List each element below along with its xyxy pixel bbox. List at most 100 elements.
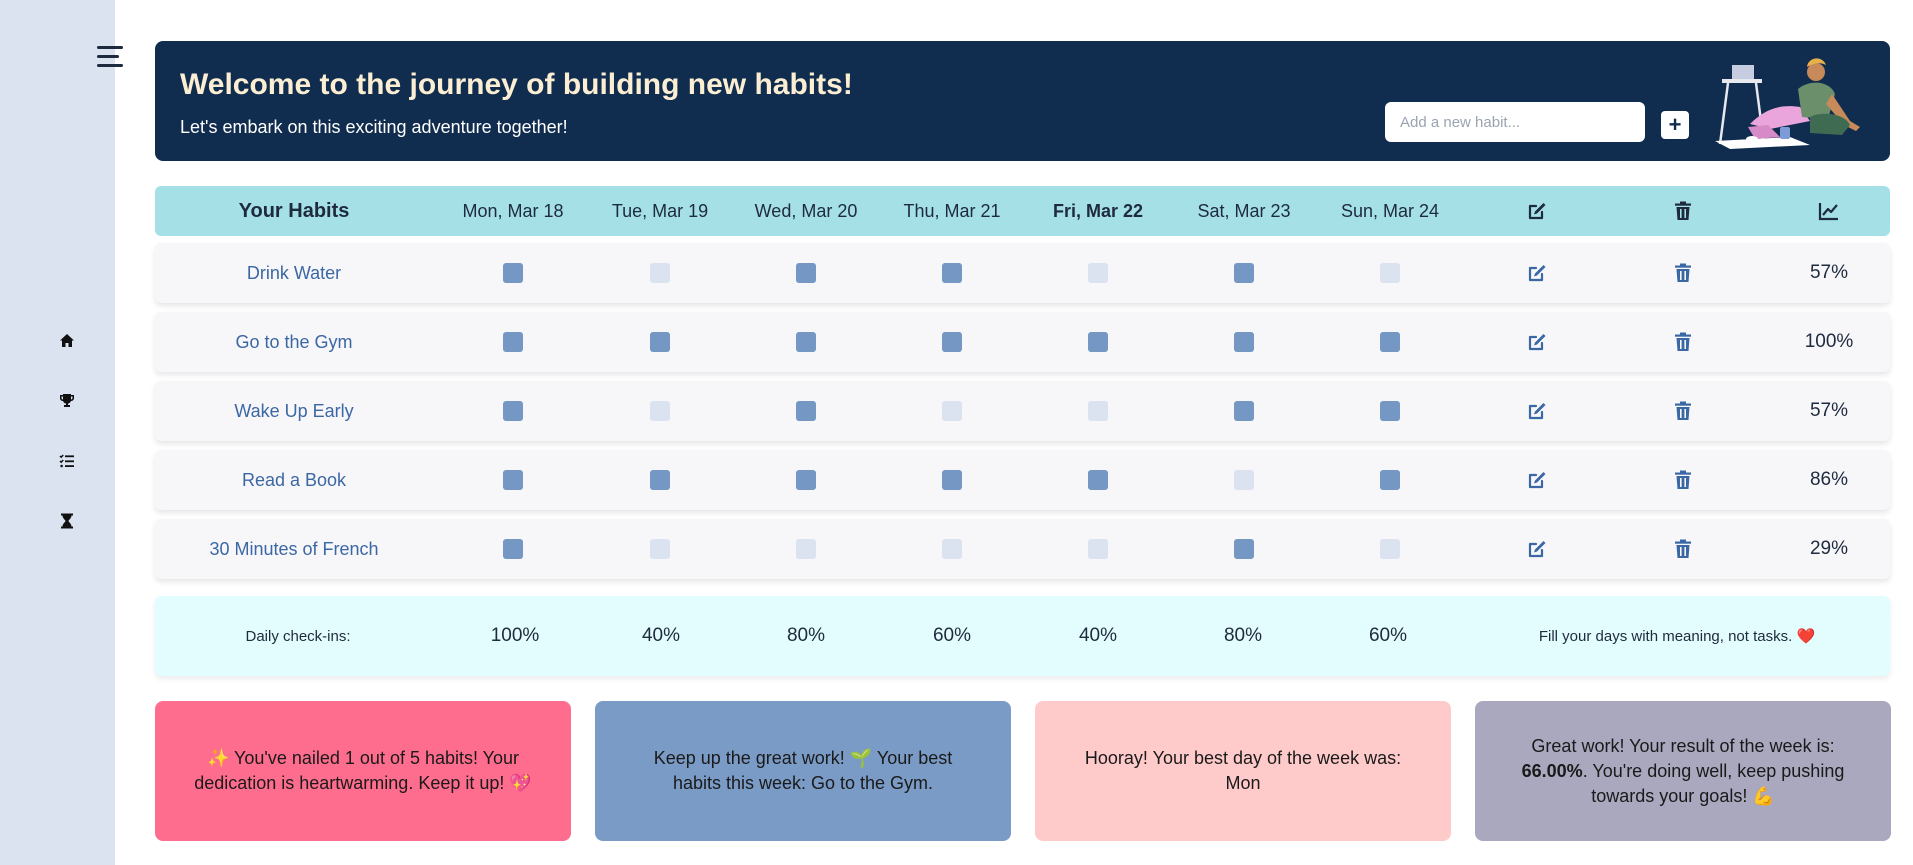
day-checkbox-unchecked[interactable] [942,539,962,559]
habit-name[interactable]: Read a Book [242,450,346,510]
day-checkbox-cell [942,243,962,303]
day-header: Wed, Mar 20 [754,200,858,221]
hourglass-icon[interactable] [56,510,78,532]
edit-icon[interactable] [1527,243,1547,303]
day-checkbox-checked[interactable] [1234,332,1254,352]
day-checkbox-unchecked[interactable] [650,539,670,559]
trash-icon[interactable] [1674,519,1692,579]
day-checkbox-cell [650,450,670,510]
habits-column-header: Your Habits [238,199,350,222]
add-habit-button[interactable]: + [1661,111,1689,139]
day-checkbox-checked[interactable] [503,539,523,559]
habit-percentage: 86% [1809,469,1849,490]
day-checkbox-checked[interactable] [796,263,816,283]
trash-icon [1674,186,1692,236]
edit-icon[interactable] [1527,312,1547,372]
weekly-result-text: Great work! Your result of the week is: … [1510,734,1856,809]
day-checkbox-unchecked[interactable] [942,401,962,421]
day-checkbox-checked[interactable] [1088,470,1108,490]
habit-percentage: 57% [1809,262,1849,283]
day-checkbox-checked[interactable] [503,332,523,352]
day-checkbox-cell [650,312,670,372]
day-checkbox-unchecked[interactable] [1088,539,1108,559]
day-checkbox-unchecked[interactable] [1088,263,1108,283]
day-checkbox-cell [1088,312,1108,372]
day-checkbox-cell [796,381,816,441]
day-checkbox-unchecked[interactable] [1380,263,1400,283]
day-header-today: Fri, Mar 22 [1052,200,1144,221]
weekly-result-post: . You're doing well, keep pushing toward… [1582,760,1845,806]
day-checkbox-cell [503,381,523,441]
habit-name[interactable]: 30 Minutes of French [209,519,378,579]
day-checkbox-cell [796,312,816,372]
day-checkbox-unchecked[interactable] [1088,401,1108,421]
day-checkbox-checked[interactable] [650,470,670,490]
daily-checkins-row: Daily check-ins: 100% 40% 80% 60% 40% 80… [155,596,1890,676]
day-checkbox-unchecked[interactable] [1380,539,1400,559]
day-checkbox-cell [650,381,670,441]
day-checkbox-checked[interactable] [942,263,962,283]
sidebar [0,0,115,865]
new-habit-input[interactable] [1385,102,1645,142]
day-checkbox-checked[interactable] [503,401,523,421]
day-checkbox-checked[interactable] [503,470,523,490]
habit-name[interactable]: Go to the Gym [235,312,352,372]
day-checkbox-cell [1088,450,1108,510]
day-checkbox-unchecked[interactable] [650,263,670,283]
trash-icon[interactable] [1674,381,1692,441]
trash-icon[interactable] [1674,243,1692,303]
day-checkbox-checked[interactable] [1380,332,1400,352]
day-checkbox-cell [796,243,816,303]
checklist-icon[interactable] [56,450,78,472]
day-checkbox-checked[interactable] [1234,539,1254,559]
day-header: Tue, Mar 19 [611,200,709,221]
day-checkbox-unchecked[interactable] [1234,470,1254,490]
day-checkbox-cell [1088,243,1108,303]
daily-checkin-value: 80% [786,625,826,646]
edit-icon [1527,186,1547,236]
day-checkbox-checked[interactable] [1234,401,1254,421]
daily-checkin-value: 40% [1078,625,1118,646]
day-checkbox-checked[interactable] [1380,401,1400,421]
day-checkbox-cell [942,381,962,441]
motivational-quote: Fill your days with meaning, not tasks. … [1538,628,1816,645]
best-day-text: Hooray! Your best day of the week was: M… [1084,748,1402,793]
edit-icon[interactable] [1527,381,1547,441]
day-checkbox-checked[interactable] [503,263,523,283]
day-checkbox-cell [1234,381,1254,441]
day-checkbox-cell [1380,519,1400,579]
habit-name[interactable]: Drink Water [247,243,341,303]
day-checkbox-cell [1234,243,1254,303]
page-subtitle: Let's embark on this exciting adventure … [180,117,568,137]
habit-row: 30 Minutes of French 29% [155,519,1890,579]
trophy-icon[interactable] [56,390,78,412]
day-checkbox-cell [1234,312,1254,372]
day-header: Sun, Mar 24 [1340,200,1440,221]
day-checkbox-checked[interactable] [1234,263,1254,283]
day-checkbox-checked[interactable] [796,470,816,490]
edit-icon[interactable] [1527,450,1547,510]
day-checkbox-unchecked[interactable] [650,401,670,421]
person-relaxing-illustration [1715,58,1860,149]
day-checkbox-checked[interactable] [1380,470,1400,490]
day-checkbox-unchecked[interactable] [796,539,816,559]
best-habits-card: Keep up the great work! 🌱 Your best habi… [595,701,1011,841]
edit-icon[interactable] [1527,519,1547,579]
trash-icon[interactable] [1674,450,1692,510]
habit-name[interactable]: Wake Up Early [234,381,353,441]
day-checkbox-cell [1088,519,1108,579]
trash-icon[interactable] [1674,312,1692,372]
day-checkbox-checked[interactable] [650,332,670,352]
day-checkbox-checked[interactable] [942,470,962,490]
day-checkbox-checked[interactable] [942,332,962,352]
day-checkbox-checked[interactable] [796,401,816,421]
chart-line-icon [1818,186,1840,236]
habits-nailed-card: ✨ You've nailed 1 out of 5 habits! Your … [155,701,571,841]
daily-checkin-value: 100% [490,625,540,646]
weekly-result-card: Great work! Your result of the week is: … [1475,701,1891,841]
home-icon[interactable] [56,330,78,352]
habit-row: Drink Water 57% [155,243,1890,303]
day-checkbox-checked[interactable] [796,332,816,352]
day-checkbox-checked[interactable] [1088,332,1108,352]
hamburger-icon[interactable] [97,46,123,68]
